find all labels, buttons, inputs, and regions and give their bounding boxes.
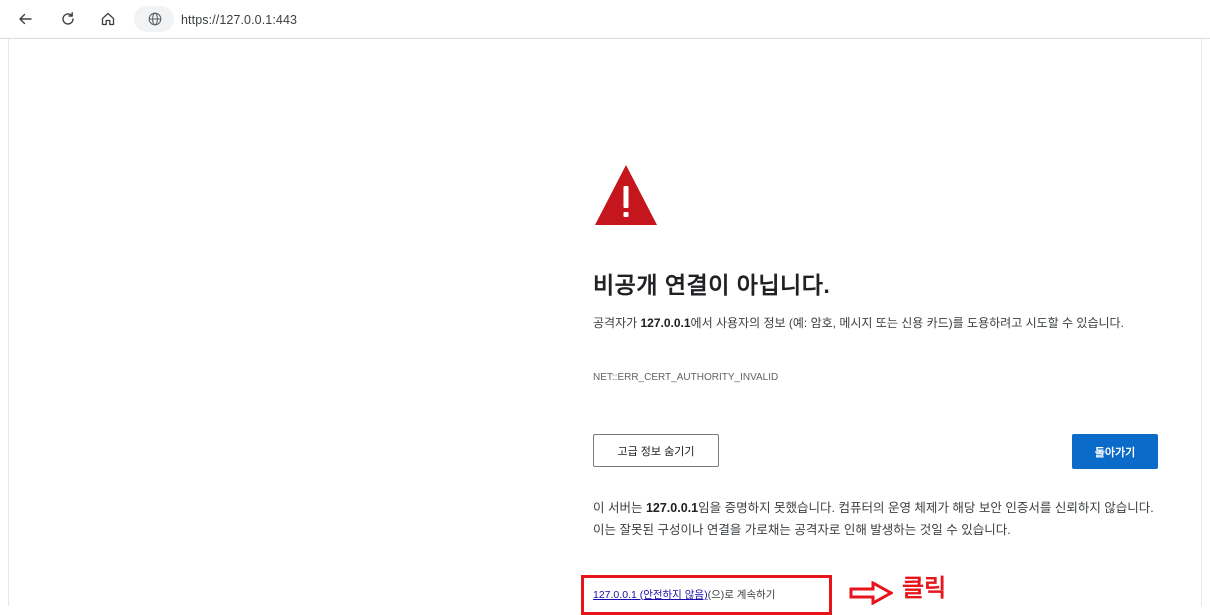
desc-suffix: 에서 사용자의 정보 (예: 암호, 메시지 또는 신용 카드)를 도용하려고 … [690, 316, 1124, 330]
address-bar[interactable]: https://127.0.0.1:443 [134, 4, 1204, 34]
advanced-details: 이 서버는 127.0.0.1임을 증명하지 못했습니다. 컴퓨터의 운영 체제… [593, 497, 1163, 541]
desc-prefix: 공격자가 [593, 316, 641, 330]
details-prefix: 이 서버는 [593, 501, 646, 515]
reload-button[interactable] [55, 6, 81, 32]
url-text[interactable]: https://127.0.0.1:443 [181, 13, 297, 27]
back-arrow-icon [19, 13, 32, 25]
annotation-highlight-box [581, 575, 832, 615]
home-button[interactable] [95, 6, 121, 32]
reload-icon [62, 12, 74, 25]
home-icon [101, 12, 115, 26]
go-back-button[interactable]: 돌아가기 [1072, 434, 1158, 469]
page-frame-right [1201, 39, 1202, 606]
desc-host: 127.0.0.1 [640, 316, 691, 330]
back-button[interactable] [12, 6, 38, 32]
warning-triangle-icon [595, 165, 657, 225]
globe-icon [148, 12, 162, 26]
page-frame-left [8, 39, 9, 606]
hide-advanced-button[interactable]: 고급 정보 숨기기 [593, 434, 719, 467]
browser-toolbar: https://127.0.0.1:443 [0, 0, 1210, 39]
error-code: NET::ERR_CERT_AUTHORITY_INVALID [593, 372, 779, 383]
annotation-click-label: 클릭 [902, 575, 947, 602]
details-host: 127.0.0.1 [645, 501, 699, 515]
annotation-arrow-icon [849, 581, 893, 605]
warning-description: 공격자가 127.0.0.1에서 사용자의 정보 (예: 암호, 메시지 또는 … [593, 313, 1171, 334]
page-title: 비공개 연결이 아닙니다. [593, 272, 831, 298]
